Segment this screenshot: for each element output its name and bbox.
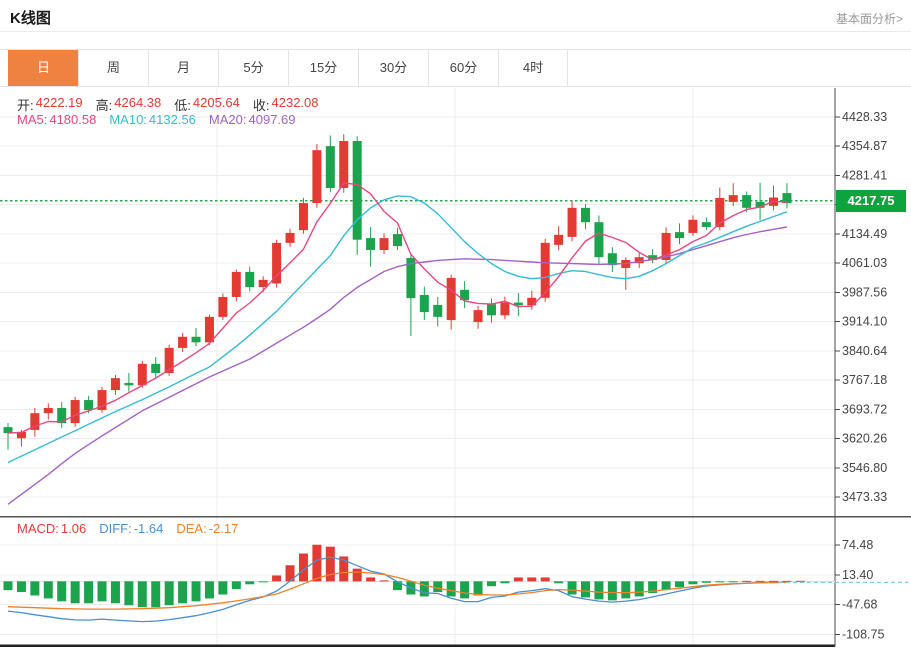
chart-svg[interactable]: 4428.33 4354.87 4281.41 4134.49 4061.03 3987.… [0,88,911,649]
ma20-value: 4097.69 [249,112,296,127]
svg-text:3473.33: 3473.33 [842,490,887,504]
ma20-label: MA20: [209,112,247,127]
macd-legend: MACD:1.06 DIFF:-1.64 DEA:-2.17 [17,521,238,536]
svg-text:4281.41: 4281.41 [842,168,887,182]
svg-text:74.48: 74.48 [842,538,873,552]
ma-legend: MA5:4180.58 MA10:4132.56 MA20:4097.69 [17,112,296,127]
ma10-value: 4132.56 [149,112,196,127]
fundamental-analysis-link[interactable]: 基本面分析> [836,10,903,27]
ma5-label: MA5: [17,112,47,127]
diff-label: DIFF: [99,521,132,536]
tab-day[interactable]: 日 [8,50,78,86]
tab-15min[interactable]: 15分 [288,50,358,86]
svg-text:3693.72: 3693.72 [842,402,887,416]
ma5-value: 4180.58 [49,112,96,127]
diff-value: -1.64 [134,521,164,536]
svg-text:-47.68: -47.68 [842,598,877,612]
svg-text:3620.26: 3620.26 [842,432,887,446]
chart-area: 4428.33 4354.87 4281.41 4134.49 4061.03 3987.… [0,88,911,649]
period-tabbar: 日 周 月 5分 15分 30分 60分 4时 [0,49,911,87]
kline-page: K线图 基本面分析> 日 周 月 5分 15分 30分 60分 4时 4428.… [0,0,911,649]
header-divider [0,31,911,32]
tab-week[interactable]: 周 [78,50,148,86]
dea-label: DEA: [176,521,206,536]
svg-text:3767.18: 3767.18 [842,373,887,387]
svg-text:4428.33: 4428.33 [842,110,887,124]
svg-text:3987.56: 3987.56 [842,285,887,299]
tab-5min[interactable]: 5分 [218,50,288,86]
macd-label: MACD: [17,521,59,536]
svg-text:13.40: 13.40 [842,568,873,582]
macd-value: 1.06 [61,521,86,536]
svg-text:4134.49: 4134.49 [842,227,887,241]
svg-text:-108.75: -108.75 [842,627,884,641]
tab-60min[interactable]: 60分 [428,50,498,86]
svg-text:4354.87: 4354.87 [842,139,887,153]
page-title: K线图 [10,7,51,28]
dea-value: -2.17 [209,521,239,536]
tab-4hour[interactable]: 4时 [498,50,568,86]
svg-text:3914.10: 3914.10 [842,315,887,329]
svg-text:4061.03: 4061.03 [842,256,887,270]
svg-text:3546.80: 3546.80 [842,461,887,475]
tab-30min[interactable]: 30分 [358,50,428,86]
svg-text:3840.64: 3840.64 [842,344,887,358]
current-price-marker: 4217.75 [836,190,906,212]
tab-month[interactable]: 月 [148,50,218,86]
ma10-label: MA10: [109,112,147,127]
